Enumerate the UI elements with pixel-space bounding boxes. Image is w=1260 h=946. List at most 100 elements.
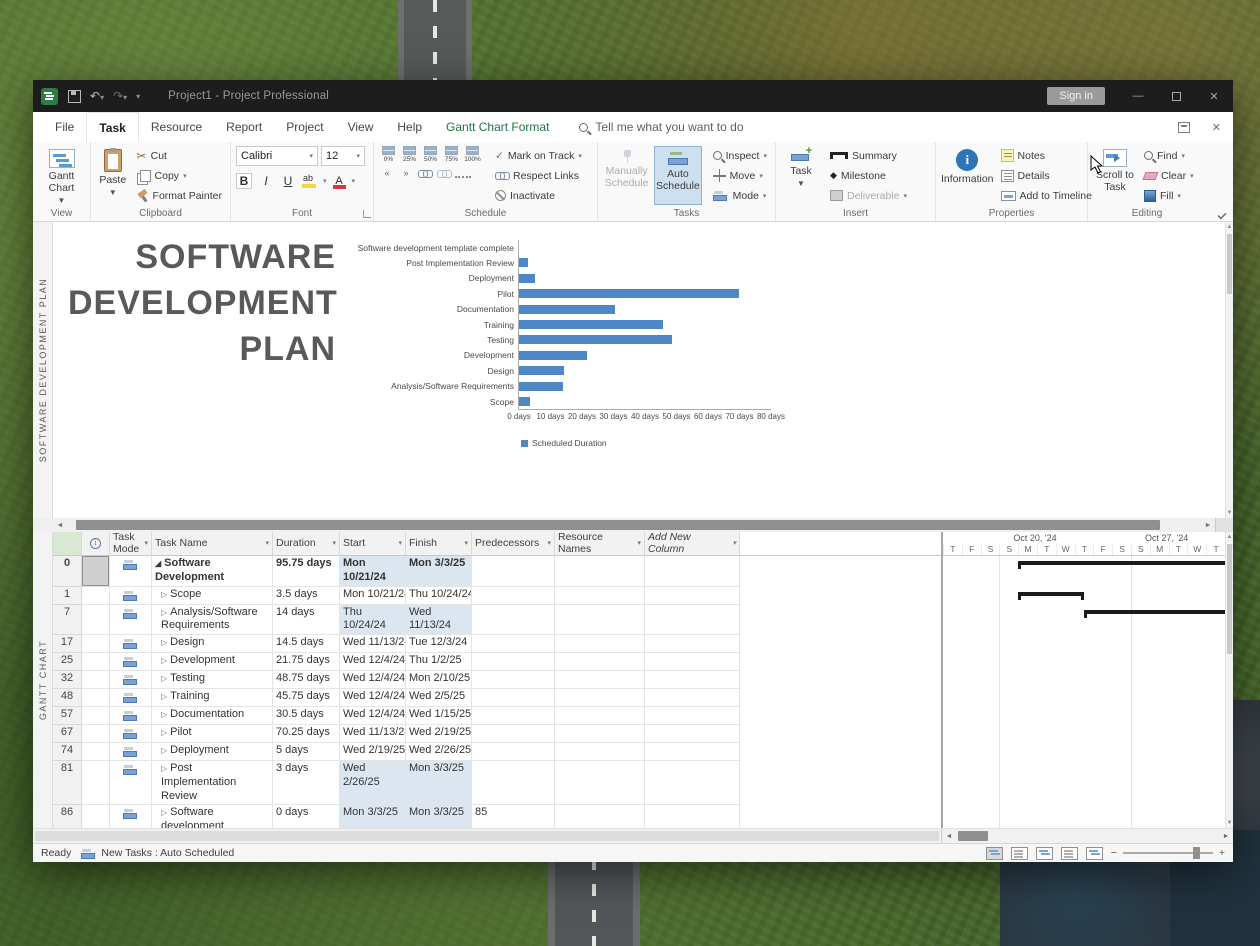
- sign-in-button[interactable]: Sign in: [1047, 87, 1105, 105]
- table-row[interactable]: 67▷Pilot70.25 daysWed 11/13/24Wed 2/19/2…: [53, 725, 941, 743]
- resource-names-cell[interactable]: [555, 761, 645, 805]
- maximize-button[interactable]: [1157, 80, 1195, 112]
- table-row[interactable]: 86▷Software development template complet…: [53, 805, 941, 828]
- scrollbar-thumb[interactable]: [958, 831, 988, 841]
- font-dialog-launcher-icon[interactable]: [363, 210, 371, 218]
- scrollbar-thumb[interactable]: [35, 831, 939, 841]
- resource-names-cell[interactable]: [555, 689, 645, 707]
- add-new-column-cell[interactable]: [645, 707, 740, 725]
- respect-links-button[interactable]: Respect Links: [492, 166, 585, 185]
- task-name-cell[interactable]: ▷Design: [152, 635, 273, 653]
- table-row[interactable]: 81▷Post Implementation Review3 daysWed 2…: [53, 761, 941, 805]
- predecessors-cell[interactable]: [472, 743, 555, 761]
- duration-cell[interactable]: 3 days: [273, 761, 340, 805]
- expand-subtasks-icon[interactable]: ▷: [161, 764, 167, 773]
- add-new-column-cell[interactable]: [645, 761, 740, 805]
- task-mode-cell[interactable]: [110, 707, 152, 725]
- ribbon-display-options-icon[interactable]: [1178, 122, 1190, 133]
- task-mode-cell[interactable]: [110, 761, 152, 805]
- info-cell[interactable]: [82, 587, 110, 605]
- scroll-left-icon[interactable]: ◄: [942, 833, 956, 840]
- resource-names-cell[interactable]: [555, 707, 645, 725]
- font-color-button[interactable]: A: [333, 175, 346, 188]
- timescale-header[interactable]: Oct 20, '24Oct 27, '24 TFSSMTWTFSSMTWT: [943, 532, 1225, 556]
- collapse-ribbon-icon[interactable]: [1217, 210, 1226, 219]
- info-column-header[interactable]: i: [82, 532, 110, 556]
- finish-cell[interactable]: Mon 3/3/25: [406, 761, 472, 805]
- start-cell[interactable]: Wed 12/4/24: [340, 671, 406, 689]
- task-name-cell[interactable]: ▷Deployment: [152, 743, 273, 761]
- duration-cell[interactable]: 14 days: [273, 605, 340, 636]
- table-horizontal-scrollbar[interactable]: [33, 829, 941, 843]
- finish-cell[interactable]: Mon 2/10/25: [406, 671, 472, 689]
- finish-cell[interactable]: Wed 2/5/25: [406, 689, 472, 707]
- horizontal-scrollbar[interactable]: ◄ ►: [33, 518, 1233, 532]
- predecessors-cell[interactable]: [472, 556, 555, 587]
- report-view-icon[interactable]: [1086, 847, 1103, 860]
- predecessors-cell[interactable]: [472, 707, 555, 725]
- row-id-cell[interactable]: 48: [53, 689, 82, 707]
- add-to-timeline-button[interactable]: Add to Timeline: [998, 186, 1095, 205]
- start-cell[interactable]: Mon 10/21/24: [340, 556, 406, 587]
- duration-cell[interactable]: 70.25 days: [273, 725, 340, 743]
- tab-task[interactable]: Task: [86, 112, 138, 142]
- save-icon[interactable]: [68, 90, 81, 103]
- add-new-column-cell[interactable]: [645, 725, 740, 743]
- cut-button[interactable]: ✂ Cut: [134, 146, 225, 165]
- task-name-column-header[interactable]: Task Name▾: [152, 532, 273, 556]
- finish-cell[interactable]: Thu 1/2/25: [406, 653, 472, 671]
- filter-caret-icon[interactable]: ▾: [732, 540, 736, 547]
- auto-schedule-button[interactable]: Auto Schedule: [654, 146, 701, 205]
- predecessors-cell[interactable]: [472, 587, 555, 605]
- finish-column-header[interactable]: Finish▾: [406, 532, 472, 556]
- predecessors-cell[interactable]: [472, 671, 555, 689]
- scrollbar-thumb[interactable]: [76, 520, 1160, 530]
- predecessors-cell[interactable]: [472, 605, 555, 636]
- insert-summary-button[interactable]: Summary: [827, 146, 910, 165]
- clear-button[interactable]: Clear ▾: [1141, 166, 1197, 185]
- percent-complete-button[interactable]: 25%: [400, 146, 419, 163]
- finish-cell[interactable]: Mon 3/3/25: [406, 805, 472, 828]
- zoom-slider[interactable]: [1123, 852, 1213, 854]
- resource-names-cell[interactable]: [555, 635, 645, 653]
- mark-on-track-button[interactable]: ✓ Mark on Track ▾: [492, 146, 585, 165]
- task-name-cell[interactable]: ▷Analysis/Software Requirements: [152, 605, 273, 636]
- info-cell[interactable]: [82, 556, 110, 587]
- task-mode-cell[interactable]: [110, 743, 152, 761]
- filter-caret-icon[interactable]: ▾: [398, 540, 402, 547]
- resource-sheet-view-icon[interactable]: [1061, 847, 1078, 860]
- row-id-cell[interactable]: 0: [53, 556, 82, 587]
- add-new-column-cell[interactable]: [645, 689, 740, 707]
- percent-complete-button[interactable]: 50%: [421, 146, 440, 163]
- predecessors-cell[interactable]: [472, 761, 555, 805]
- tab-gantt-chart-format[interactable]: Gantt Chart Format: [434, 112, 561, 142]
- scroll-up-icon[interactable]: ▲: [1226, 534, 1233, 540]
- info-cell[interactable]: [82, 707, 110, 725]
- tab-report[interactable]: Report: [214, 112, 274, 142]
- expand-subtasks-icon[interactable]: ▷: [161, 710, 167, 719]
- tab-view[interactable]: View: [336, 112, 386, 142]
- scroll-left-icon[interactable]: ◄: [53, 522, 67, 529]
- task-name-cell[interactable]: ▷Post Implementation Review: [152, 761, 273, 805]
- font-family-select[interactable]: Calibri ▾: [236, 146, 318, 166]
- resource-names-cell[interactable]: [555, 653, 645, 671]
- add-new-column-cell[interactable]: [645, 587, 740, 605]
- start-cell[interactable]: Wed 12/4/24: [340, 689, 406, 707]
- scrollbar-thumb[interactable]: [1227, 544, 1232, 654]
- scroll-right-icon[interactable]: ►: [1219, 833, 1233, 840]
- resource-names-cell[interactable]: [555, 605, 645, 636]
- tell-me-search[interactable]: Tell me what you want to do: [579, 120, 743, 134]
- new-tasks-mode-button[interactable]: New Tasks : Auto Scheduled: [81, 847, 234, 859]
- row-id-cell[interactable]: 25: [53, 653, 82, 671]
- finish-cell[interactable]: Wed 11/13/24: [406, 605, 472, 636]
- row-id-cell[interactable]: 86: [53, 805, 82, 828]
- resource-names-column-header[interactable]: Resource Names▾: [555, 532, 645, 556]
- add-new-column-cell[interactable]: [645, 743, 740, 761]
- predecessors-cell[interactable]: [472, 653, 555, 671]
- start-cell[interactable]: Wed 11/13/24: [340, 725, 406, 743]
- unlink-tasks-icon[interactable]: [436, 166, 452, 180]
- tab-project[interactable]: Project: [274, 112, 335, 142]
- task-mode-cell[interactable]: [110, 556, 152, 587]
- task-mode-cell[interactable]: [110, 587, 152, 605]
- table-row[interactable]: 57▷Documentation30.5 daysWed 12/4/24Wed …: [53, 707, 941, 725]
